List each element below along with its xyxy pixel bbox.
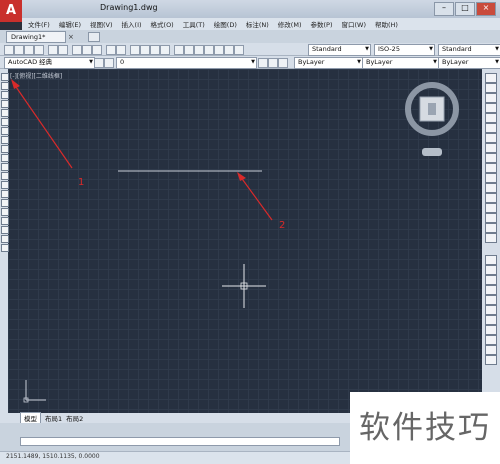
crosshair-cursor — [222, 264, 266, 308]
polyline-icon[interactable] — [1, 91, 9, 99]
tab-layout2[interactable]: 布局2 — [66, 413, 83, 423]
point-icon[interactable] — [1, 190, 9, 198]
circle-icon[interactable] — [1, 127, 9, 135]
construction-line-icon[interactable] — [1, 82, 9, 90]
break-at-point-icon[interactable] — [485, 183, 497, 193]
dim-continue-icon[interactable] — [485, 305, 497, 315]
polygon-icon[interactable] — [1, 100, 9, 108]
dim-radius-icon[interactable] — [485, 275, 497, 285]
extend-icon[interactable] — [485, 173, 497, 183]
ellipse-arc-icon[interactable] — [1, 163, 9, 171]
explode-icon[interactable] — [485, 233, 497, 243]
rotate-icon[interactable] — [485, 133, 497, 143]
dim-center-icon[interactable] — [485, 325, 497, 335]
array-icon[interactable] — [485, 113, 497, 123]
dim-angular-icon[interactable] — [485, 285, 497, 295]
coordinate-readout: 2151.1489, 1510.1135, 0.0000 — [6, 453, 100, 460]
move-icon[interactable] — [485, 123, 497, 133]
annotation-label-1: 1 — [78, 177, 85, 188]
region-icon[interactable] — [1, 217, 9, 225]
erase-icon[interactable] — [485, 73, 497, 83]
line-tool-icon[interactable] — [1, 73, 9, 81]
dim-style-icon[interactable] — [485, 355, 497, 365]
gradient-icon[interactable] — [1, 208, 9, 216]
add-selected-icon[interactable] — [1, 244, 9, 252]
dim-aligned-icon[interactable] — [485, 265, 497, 275]
insert-block-icon[interactable] — [1, 172, 9, 180]
offset-icon[interactable] — [485, 103, 497, 113]
annotation-label-2: 2 — [279, 220, 286, 231]
make-block-icon[interactable] — [1, 181, 9, 189]
scale-icon[interactable] — [485, 143, 497, 153]
dim-edit-icon[interactable] — [485, 335, 497, 345]
dim-tolerance-icon[interactable] — [485, 315, 497, 325]
revcloud-icon[interactable] — [1, 136, 9, 144]
break-icon[interactable] — [485, 193, 497, 203]
annotation-arrow-1 — [11, 79, 73, 169]
spline-icon[interactable] — [1, 145, 9, 153]
copy-object-icon[interactable] — [485, 83, 497, 93]
draw-toolbar — [0, 69, 9, 413]
dim-update-icon[interactable] — [485, 345, 497, 355]
layout-tabs: 模型 布局1 布局2 — [0, 412, 350, 424]
rectangle-icon[interactable] — [1, 109, 9, 117]
modify-toolbar — [482, 69, 500, 413]
hatch-icon[interactable] — [1, 199, 9, 207]
ellipse-icon[interactable] — [1, 154, 9, 162]
command-input[interactable] — [20, 437, 340, 446]
stretch-icon[interactable] — [485, 153, 497, 163]
dim-linear-icon[interactable] — [485, 255, 497, 265]
join-icon[interactable] — [485, 203, 497, 213]
dim-baseline-icon[interactable] — [485, 295, 497, 305]
watermark-text: 软件技巧 — [350, 392, 500, 464]
view-cube-icon[interactable] — [405, 82, 459, 156]
ucs-axis-icon — [23, 380, 46, 403]
multiline-text-icon[interactable] — [1, 235, 9, 243]
mirror-icon[interactable] — [485, 93, 497, 103]
fillet-icon[interactable] — [485, 223, 497, 233]
tab-layout1[interactable]: 布局1 — [45, 413, 62, 423]
annotation-arrow-2 — [237, 172, 273, 221]
arc-icon[interactable] — [1, 118, 9, 126]
table-icon[interactable] — [1, 226, 9, 234]
trim-icon[interactable] — [485, 163, 497, 173]
chamfer-icon[interactable] — [485, 213, 497, 223]
